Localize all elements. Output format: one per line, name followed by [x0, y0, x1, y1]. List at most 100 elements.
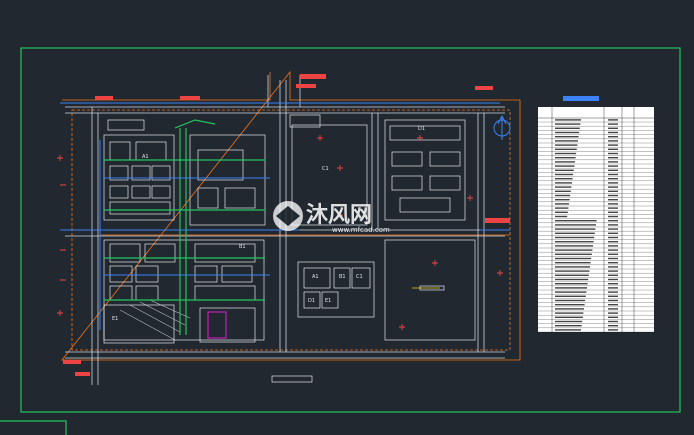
table-cell-glyphs [608, 291, 618, 293]
table-cell-glyphs [608, 119, 618, 121]
table-cell-glyphs [555, 152, 577, 155]
table-cell-glyphs [608, 299, 618, 302]
table-cell-glyphs [555, 253, 592, 255]
table-cell-glyphs [608, 270, 618, 272]
table-cell-glyphs [555, 148, 577, 150]
table-cell-glyphs [608, 262, 618, 264]
table-cell-glyphs [608, 283, 618, 285]
zone-label: B1 [239, 244, 246, 250]
table-cell-glyphs [555, 207, 569, 209]
table-cell-glyphs [555, 178, 573, 180]
table-cell-glyphs [608, 199, 618, 201]
table-cell-glyphs [608, 232, 618, 234]
equipment-table [538, 96, 654, 333]
table-cell-glyphs [555, 236, 595, 239]
table-cell-glyphs [608, 173, 618, 176]
table-cell-glyphs [555, 287, 587, 289]
table-cell-glyphs [555, 169, 574, 171]
table-cell-glyphs [608, 131, 618, 134]
table-cell-glyphs [555, 320, 583, 323]
zone-label: C1 [356, 274, 363, 280]
zone-label: A1 [142, 154, 149, 160]
watermark-logo-icon [273, 201, 303, 231]
buildings-zone-a [103, 119, 266, 226]
watermark-brand: 沐风网 [306, 203, 372, 228]
table-cell-glyphs [608, 152, 618, 155]
table-cell-glyphs [555, 245, 593, 247]
table-cell-glyphs [555, 228, 596, 230]
table-cell-glyphs [608, 161, 618, 163]
table-cell-glyphs [608, 329, 618, 331]
table-cell-glyphs [608, 194, 618, 197]
table-cell-glyphs [608, 266, 618, 268]
table-cell-glyphs [555, 249, 593, 251]
table-cell-glyphs [608, 308, 618, 310]
buildings-zone-d [297, 239, 476, 341]
table-cell-glyphs [555, 186, 572, 188]
table-cell-glyphs [555, 194, 571, 197]
table-cell-glyphs [555, 224, 596, 226]
table-cell-glyphs [608, 224, 618, 226]
table-cell-glyphs [555, 299, 586, 302]
zone-label: E1 [112, 316, 118, 322]
zone-label: A1 [312, 274, 319, 280]
table-cell-glyphs [555, 295, 586, 297]
zone-label: C1 [322, 166, 329, 172]
table-cell-glyphs [608, 316, 618, 318]
zone-label: B1 [339, 274, 346, 280]
table-cell-glyphs [555, 161, 575, 163]
table-cell-glyphs [608, 320, 618, 323]
table-cell-glyphs [608, 304, 618, 306]
table-cell-glyphs [608, 228, 618, 230]
zone-label: D1 [418, 126, 425, 132]
table-cell-glyphs [555, 131, 580, 134]
table-cell-glyphs [608, 215, 618, 218]
table-cell-glyphs [555, 136, 579, 138]
table-cell-glyphs [608, 241, 618, 243]
table-cell-glyphs [608, 140, 618, 142]
table-cell-glyphs [555, 316, 583, 318]
table-cell-glyphs [608, 203, 618, 205]
table-cell-glyphs [555, 312, 584, 314]
table-cell-glyphs [608, 245, 618, 247]
table-cell-glyphs [608, 236, 618, 239]
table-cell-glyphs [555, 283, 588, 285]
watermark: 沐风网 www.mfcad.com [273, 201, 390, 234]
table-cell-glyphs [555, 257, 592, 260]
table-cell-glyphs [555, 144, 578, 146]
table-cell-glyphs [608, 253, 618, 255]
table-cell-glyphs [555, 304, 585, 306]
table-cell-glyphs [608, 178, 618, 180]
table-cell-glyphs [555, 329, 581, 331]
table-cell-glyphs [555, 123, 581, 125]
table-cell-glyphs [608, 186, 618, 188]
table-cell-glyphs [608, 257, 618, 260]
cad-drawing-canvas: A1 B1 C1 D1 E1 A1 B1 C1 D1 E1 沐风网 www.mf… [0, 47, 681, 435]
table-cell-glyphs [555, 241, 594, 243]
table-cell-glyphs [608, 287, 618, 289]
table-cell-glyphs [555, 211, 568, 213]
table-cell-glyphs [608, 169, 618, 171]
zone-label: E1 [325, 298, 331, 304]
table-cell-glyphs [608, 211, 618, 213]
table-cell-glyphs [555, 157, 576, 159]
table-cell-glyphs [608, 325, 618, 327]
table-cell-glyphs [608, 312, 618, 314]
table-cell-glyphs [555, 220, 597, 222]
title-block-frame [0, 420, 67, 435]
table-cell-glyphs [608, 144, 618, 146]
pipe-network-green [104, 119, 265, 335]
table-cell-glyphs [608, 182, 618, 184]
buildings-zone-c [384, 119, 466, 221]
table-cell-glyphs [555, 165, 575, 167]
table-cell-glyphs [608, 278, 618, 281]
table-cell-glyphs [555, 308, 584, 310]
table-cell-glyphs [555, 173, 574, 176]
table-cell-glyphs [555, 203, 569, 205]
table-cell-glyphs [555, 232, 595, 234]
table-cell-glyphs [555, 215, 568, 218]
table-cell-glyphs [608, 157, 618, 159]
table-cell-glyphs [555, 266, 590, 268]
table-cell-glyphs [608, 220, 618, 222]
zone-label: D1 [308, 298, 315, 304]
